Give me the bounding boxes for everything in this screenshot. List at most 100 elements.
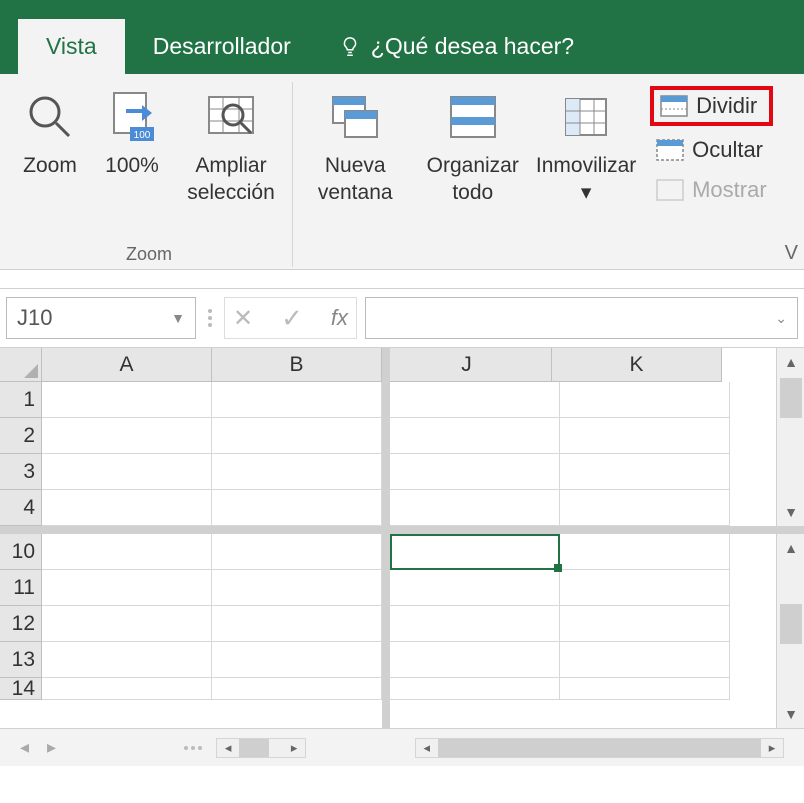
scroll-up-icon[interactable]: ▲: [777, 348, 804, 376]
ribbon: Zoom 100 100%: [0, 74, 804, 270]
organize-all-button[interactable]: Organizar todo: [417, 82, 528, 213]
show-button: Mostrar: [650, 174, 773, 206]
magnifier-table-icon: [203, 91, 259, 143]
column-header[interactable]: K: [552, 348, 722, 382]
new-window-button[interactable]: Nueva ventana: [299, 82, 411, 213]
sheet-nav[interactable]: ◂ ▸: [20, 737, 56, 758]
cell[interactable]: [212, 382, 382, 418]
row-header[interactable]: 10: [0, 534, 42, 570]
cell[interactable]: [42, 418, 212, 454]
cell[interactable]: [560, 418, 730, 454]
scroll-thumb[interactable]: [438, 739, 761, 757]
expand-icon[interactable]: ⌄: [775, 310, 787, 327]
separator-dots: [184, 746, 202, 750]
hide-icon: [656, 139, 684, 161]
cell[interactable]: [390, 418, 560, 454]
cell[interactable]: [212, 606, 382, 642]
selected-cell-outline: [390, 534, 560, 570]
cell[interactable]: [390, 490, 560, 526]
zoom-selection-button[interactable]: Ampliar selección: [176, 82, 286, 213]
horizontal-scroll-right[interactable]: ◂ ▸: [415, 738, 784, 758]
svg-text:100: 100: [134, 130, 151, 141]
row-header[interactable]: 2: [0, 418, 42, 454]
cell[interactable]: [560, 606, 730, 642]
scroll-thumb[interactable]: [780, 604, 802, 644]
hide-button[interactable]: Ocultar: [650, 134, 773, 166]
zoom-button[interactable]: Zoom: [12, 82, 88, 185]
cell[interactable]: [390, 606, 560, 642]
cell[interactable]: [42, 382, 212, 418]
scroll-thumb[interactable]: [239, 739, 269, 757]
split-bar-vertical[interactable]: [382, 348, 390, 728]
show-label: Mostrar: [692, 177, 767, 203]
split-bar-horizontal[interactable]: [0, 526, 804, 534]
column-header[interactable]: A: [42, 348, 212, 382]
cell[interactable]: [560, 678, 730, 700]
cell[interactable]: [390, 642, 560, 678]
cell[interactable]: [42, 490, 212, 526]
formula-input[interactable]: ⌄: [365, 297, 798, 339]
cell[interactable]: [390, 678, 560, 700]
row-header[interactable]: 13: [0, 642, 42, 678]
freeze-panes-button[interactable]: Inmovilizar▾: [534, 82, 638, 213]
nav-next-icon[interactable]: ▸: [47, 737, 56, 758]
cell[interactable]: [560, 642, 730, 678]
sheet-bottom-bar: ◂ ▸ ◂ ▸ ◂ ▸: [0, 728, 804, 766]
cell[interactable]: [42, 454, 212, 490]
cell[interactable]: [390, 570, 560, 606]
select-all-corner[interactable]: [0, 348, 42, 382]
scroll-thumb[interactable]: [780, 378, 802, 418]
row-headers: 12341011121314: [0, 382, 42, 700]
cell[interactable]: [42, 606, 212, 642]
row-header[interactable]: 12: [0, 606, 42, 642]
name-box[interactable]: J10 ▼: [6, 297, 196, 339]
cell[interactable]: [42, 678, 212, 700]
column-header[interactable]: J: [382, 348, 552, 382]
scroll-down-icon[interactable]: ▼: [777, 700, 804, 728]
scroll-left-icon[interactable]: ◂: [217, 740, 239, 756]
column-header[interactable]: B: [212, 348, 382, 382]
scroll-up-icon[interactable]: ▲: [777, 534, 804, 562]
scroll-left-icon[interactable]: ◂: [416, 740, 438, 756]
cell[interactable]: [212, 642, 382, 678]
scroll-down-icon[interactable]: ▼: [777, 498, 804, 526]
tab-desarrollador[interactable]: Desarrollador: [125, 19, 319, 74]
cell[interactable]: [42, 534, 212, 570]
cell[interactable]: [560, 570, 730, 606]
split-button[interactable]: Dividir: [650, 86, 773, 126]
row-header[interactable]: 3: [0, 454, 42, 490]
cell[interactable]: [390, 454, 560, 490]
cell[interactable]: [560, 490, 730, 526]
cell[interactable]: [560, 382, 730, 418]
tab-vista[interactable]: Vista: [18, 19, 125, 74]
cell[interactable]: [212, 490, 382, 526]
cell[interactable]: [212, 454, 382, 490]
cell[interactable]: [42, 570, 212, 606]
row-header[interactable]: 14: [0, 678, 42, 700]
row-header[interactable]: 1: [0, 382, 42, 418]
fx-icon[interactable]: fx: [331, 305, 348, 331]
row-header[interactable]: 11: [0, 570, 42, 606]
vertical-scrollbar-top[interactable]: ▲ ▼: [776, 348, 804, 526]
vertical-scrollbar-bottom[interactable]: ▲ ▼: [776, 534, 804, 728]
horizontal-scroll-left[interactable]: ◂ ▸: [216, 738, 401, 758]
cell[interactable]: [42, 642, 212, 678]
chevron-down-icon[interactable]: ▼: [171, 310, 185, 326]
cell[interactable]: [212, 570, 382, 606]
scroll-right-icon[interactable]: ▸: [283, 740, 305, 756]
row-header[interactable]: 4: [0, 490, 42, 526]
nav-prev-icon[interactable]: ◂: [20, 737, 29, 758]
cell[interactable]: [212, 534, 382, 570]
cell[interactable]: [390, 382, 560, 418]
cell[interactable]: [212, 678, 382, 700]
accept-icon: ✓: [281, 303, 303, 334]
cell[interactable]: [560, 454, 730, 490]
scroll-right-icon[interactable]: ▸: [761, 740, 783, 756]
zoom-100-button[interactable]: 100 100%: [94, 82, 170, 185]
windows-icon: [329, 93, 381, 141]
tell-me-search[interactable]: ¿Qué desea hacer?: [319, 19, 594, 74]
cell[interactable]: [560, 534, 730, 570]
title-bar: [0, 0, 804, 14]
ribbon-window-options: Dividir Ocultar Mostrar: [644, 82, 779, 269]
cell[interactable]: [212, 418, 382, 454]
